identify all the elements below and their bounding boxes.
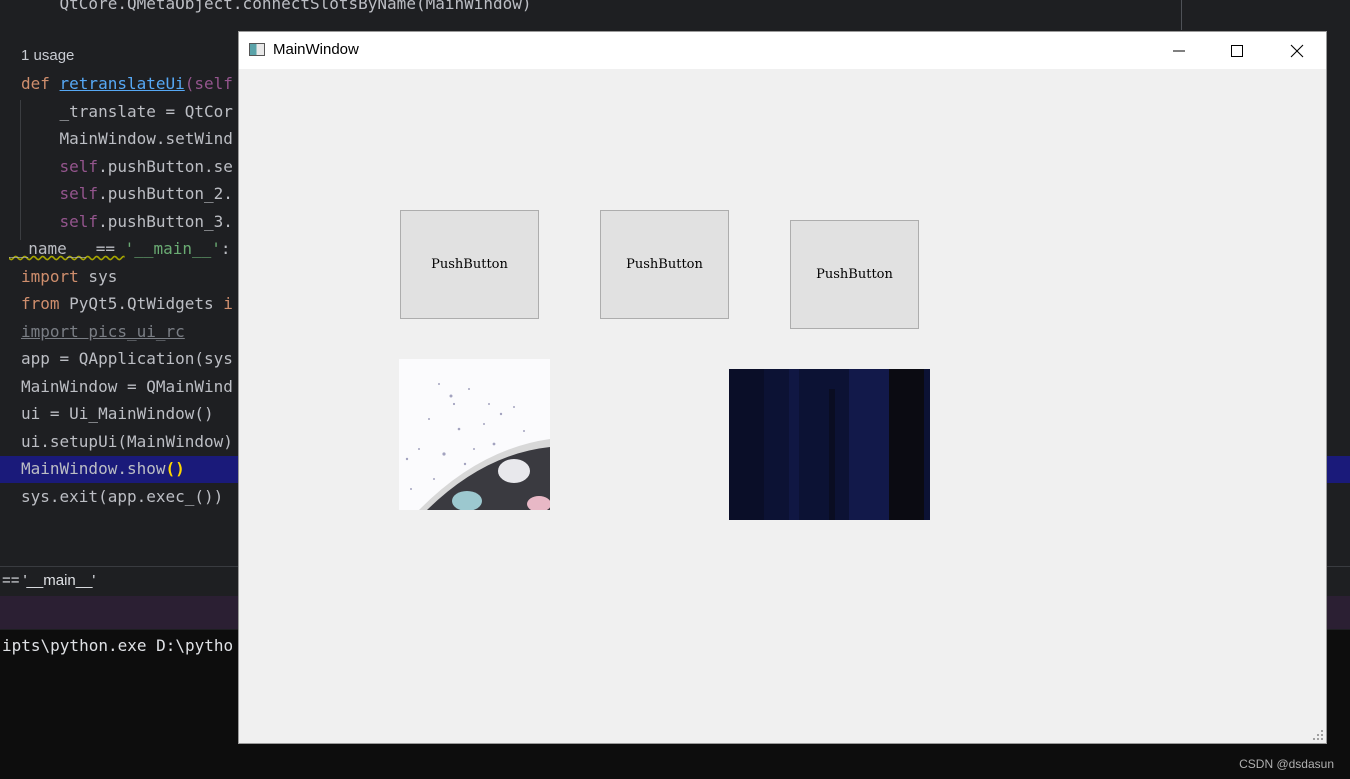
code-line: self.pushButton.se xyxy=(21,157,233,176)
code-line: MainWindow.show() xyxy=(21,459,185,478)
push-button-1[interactable]: PushButton xyxy=(400,210,539,319)
code-line: _translate = QtCor xyxy=(21,102,233,121)
maximize-button[interactable] xyxy=(1208,32,1266,69)
code-line: MainWindow.setWind xyxy=(21,129,233,148)
usage-hint[interactable]: 1 usage xyxy=(21,47,74,64)
code-line: def retranslateUi(self xyxy=(21,74,233,93)
code-line: ui = Ui_MainWindow() xyxy=(21,404,214,423)
window-client-area: PushButton PushButton PushButton xyxy=(239,69,1326,743)
minimize-icon xyxy=(1173,50,1185,51)
push-button-2[interactable]: PushButton xyxy=(600,210,729,319)
code-line: __name__ == '__main__': xyxy=(9,239,231,258)
push-button-3[interactable]: PushButton xyxy=(790,220,919,329)
resize-grip-icon[interactable] xyxy=(1312,729,1324,741)
minimize-button[interactable] xyxy=(1150,32,1208,69)
close-icon xyxy=(1290,44,1304,57)
dark-photo xyxy=(729,369,930,520)
breadcrumb[interactable]: == '__main__' xyxy=(2,572,95,589)
code-line: import pics_ui_rc xyxy=(21,322,185,341)
main-window: MainWindow PushButton PushButton PushBut… xyxy=(239,32,1326,743)
window-title: MainWindow xyxy=(273,41,359,58)
code-line: self.pushButton_3. xyxy=(21,212,233,231)
code-line: from PyQt5.QtWidgets i xyxy=(21,294,233,313)
speckled-photo xyxy=(399,359,550,510)
code-line: MainWindow = QMainWind xyxy=(21,377,233,396)
code-line: QtCore.QMetaObject.connectSlotsByName(Ma… xyxy=(21,0,532,13)
code-line: app = QApplication(sys xyxy=(21,349,233,368)
code-line: sys.exit(app.exec_()) xyxy=(21,487,224,506)
editor-divider xyxy=(1181,0,1182,30)
image-label-1 xyxy=(399,359,550,510)
window-titlebar[interactable]: MainWindow xyxy=(239,32,1326,69)
watermark: CSDN @dsdasun xyxy=(1239,757,1334,771)
code-line: import sys xyxy=(21,267,118,286)
maximize-icon xyxy=(1231,44,1243,57)
close-button[interactable] xyxy=(1268,32,1326,69)
app-icon xyxy=(249,43,265,56)
code-line: ui.setupUi(MainWindow) xyxy=(21,432,233,451)
code-line: self.pushButton_2. xyxy=(21,184,233,203)
image-label-2 xyxy=(729,369,930,520)
console-output: ipts\python.exe D:\pytho xyxy=(2,636,234,655)
